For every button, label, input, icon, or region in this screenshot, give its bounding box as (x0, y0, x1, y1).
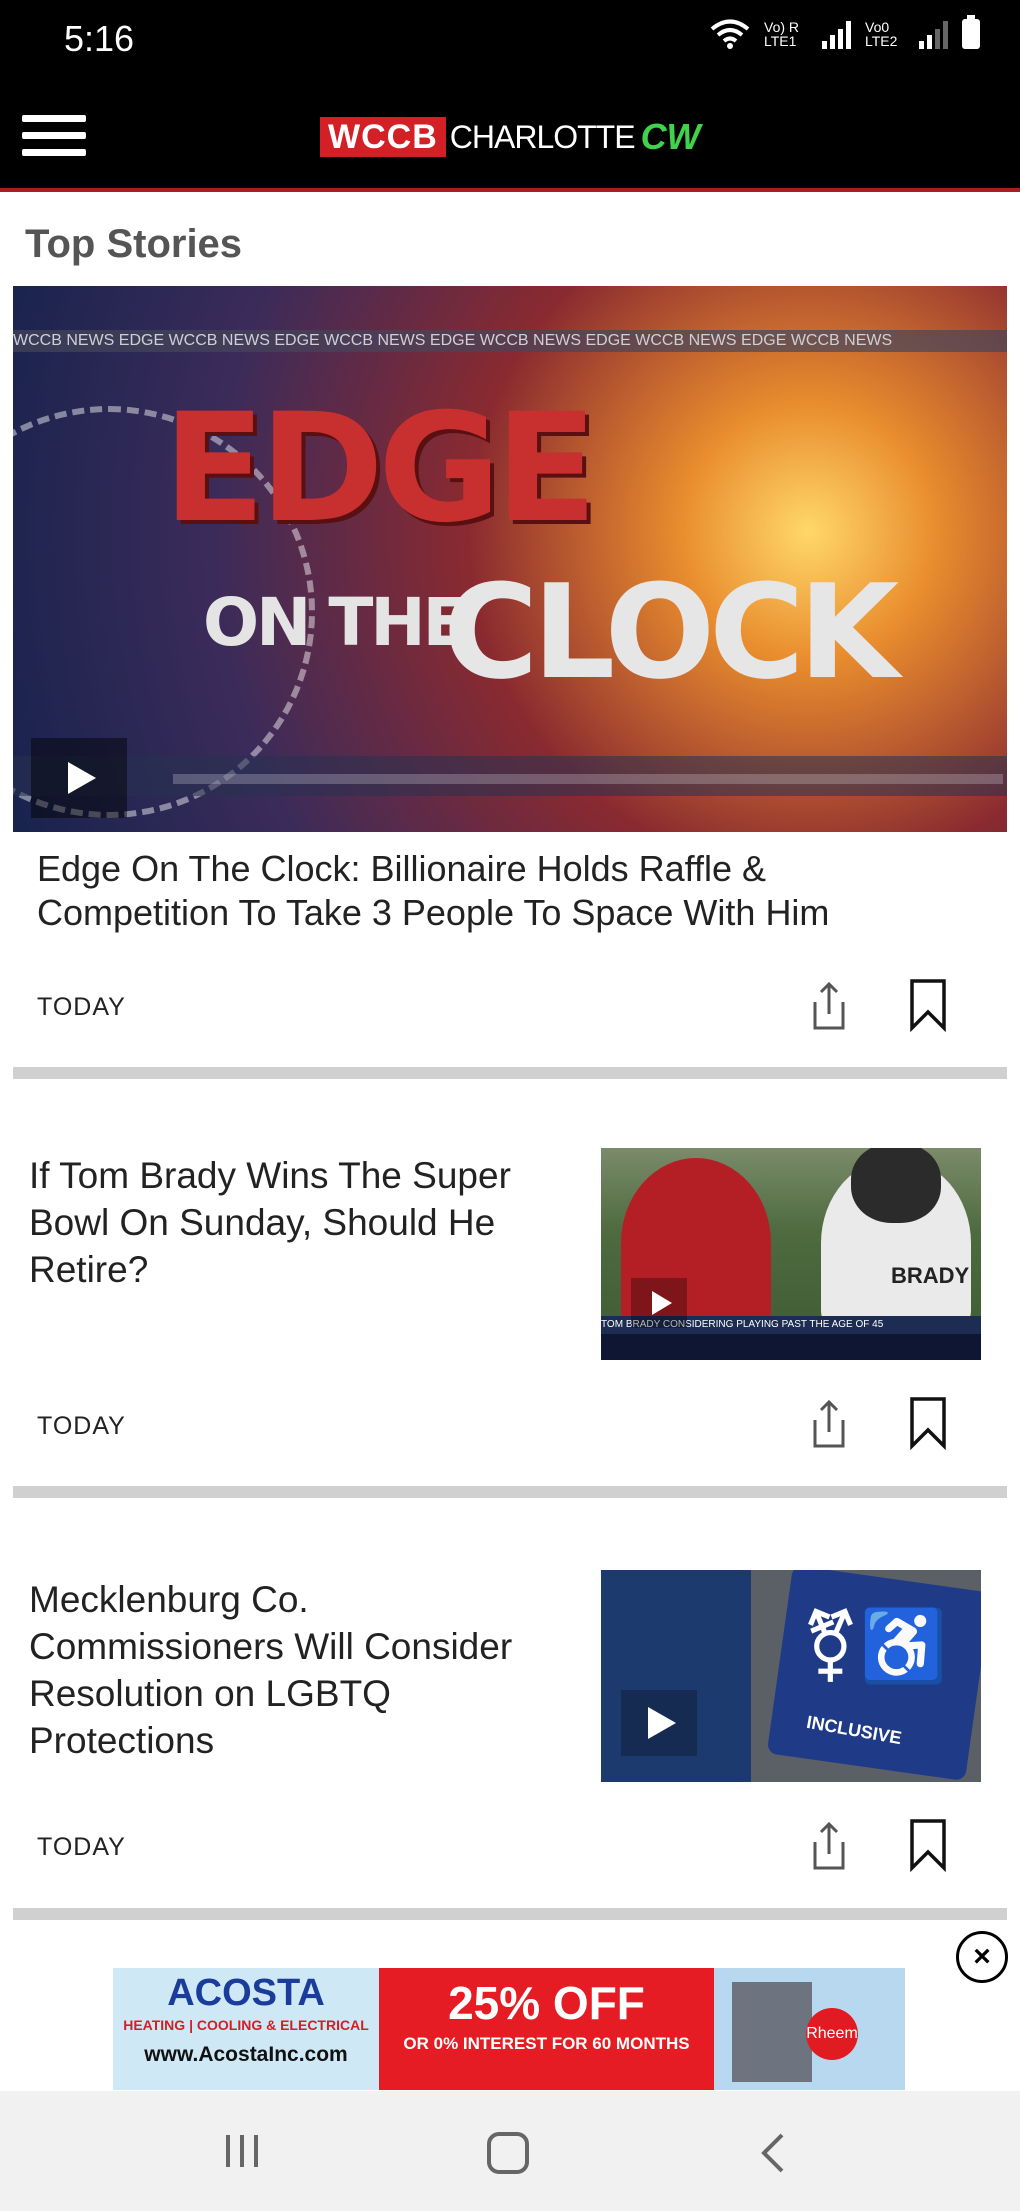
thumb-band (601, 1334, 981, 1360)
story-2-headline[interactable]: If Tom Brady Wins The Super Bowl On Sund… (29, 1152, 589, 1293)
sim1-label: Vo) R LTE1 (764, 19, 800, 49)
ad-offer: 25% OFF (448, 1977, 645, 2029)
sim2-label: Vo0 LTE2 (865, 19, 898, 49)
play-button[interactable] (631, 1278, 687, 1328)
status-time: 5:16 (64, 18, 135, 59)
ad-partner: Rheem (806, 2008, 858, 2060)
hero-onthe-text: ON THE (203, 584, 468, 661)
play-icon (652, 1291, 672, 1315)
ad-banner[interactable]: ACOSTA HEATING | COOLING & ELECTRICAL ww… (113, 1968, 905, 2090)
hero-clock-text: CLOCK (443, 556, 899, 708)
hero-bar-2 (173, 774, 1003, 784)
story-3-time: TODAY (37, 1833, 126, 1861)
menu-icon[interactable] (22, 115, 86, 159)
hero-edge-text: EDGE (163, 382, 598, 556)
logo-wccb: WCCB (320, 117, 446, 157)
battery-icon (962, 15, 980, 49)
ad-brand-panel: ACOSTA HEATING | COOLING & ELECTRICAL ww… (113, 1968, 379, 2090)
accessibility-icon: ⚧♿ (801, 1607, 947, 1685)
status-icons: Vo) R LTE1 Vo0 LTE2 (710, 15, 980, 50)
signal-icon-sim1 (822, 19, 851, 49)
close-ad-icon[interactable]: × (956, 1931, 1008, 1983)
story-2-time: TODAY (37, 1412, 126, 1440)
share-icon[interactable] (809, 1820, 849, 1872)
play-button[interactable] (31, 738, 127, 818)
ad-offer-panel: 25% OFF OR 0% INTEREST FOR 60 MONTHS (379, 1968, 714, 2090)
bookmark-icon[interactable] (908, 1818, 948, 1872)
section-title: Top Stories (25, 222, 243, 266)
hero-ticker: WCCB NEWS EDGE WCCB NEWS EDGE WCCB NEWS … (13, 330, 1007, 352)
back-icon[interactable] (758, 2131, 788, 2175)
play-icon (648, 1707, 676, 1739)
signal-icon-sim2 (919, 19, 948, 49)
share-icon[interactable] (809, 1398, 849, 1450)
home-icon[interactable] (486, 2131, 530, 2175)
recent-apps-icon[interactable] (222, 2133, 262, 2169)
ad-services: HEATING | COOLING & ELECTRICAL (123, 2017, 369, 2033)
ad-offer-sub: OR 0% INTEREST FOR 60 MONTHS (403, 2034, 690, 2053)
app-logo: WCCB CHARLOTTE CW (320, 116, 701, 158)
story-1-time: TODAY (37, 993, 126, 1021)
divider (13, 1908, 1007, 1920)
divider (13, 1486, 1007, 1498)
ad-product-panel: Rheem (714, 1968, 905, 2090)
bookmark-icon[interactable] (908, 1396, 948, 1450)
status-bar: 5:16 Vo) R LTE1 Vo0 LTE2 (0, 0, 1020, 78)
helmet (851, 1148, 941, 1223)
bookmark-icon[interactable] (908, 978, 948, 1032)
logo-cw: CW (640, 116, 701, 157)
story-3-headline[interactable]: Mecklenburg Co. Commissioners Will Consi… (29, 1576, 569, 1764)
ad-brand: ACOSTA (167, 1972, 325, 2014)
story-3-thumbnail[interactable]: ⚧♿ INCLUSIVE (601, 1570, 981, 1782)
divider (13, 1067, 1007, 1079)
play-icon (68, 762, 96, 794)
logo-city: CHARLOTTE (449, 118, 636, 155)
wifi-icon (710, 19, 750, 49)
story-1-headline[interactable]: Edge On The Clock: Billionaire Holds Raf… (37, 847, 917, 935)
system-nav-bar (0, 2091, 1020, 2211)
play-button[interactable] (621, 1690, 697, 1756)
story-2-thumbnail[interactable]: BRADY TOM BRADY CONSIDERING PLAYING PAST… (601, 1148, 981, 1360)
app-bar: WCCB CHARLOTTE CW (0, 78, 1020, 192)
ad-url: www.AcostaInc.com (144, 2043, 348, 2066)
share-icon[interactable] (809, 980, 849, 1032)
thumb-jersey-text: BRADY (891, 1263, 970, 1288)
ac-unit-image (732, 1982, 812, 2082)
story-1-image[interactable]: WCCB NEWS EDGE WCCB NEWS EDGE WCCB NEWS … (13, 286, 1007, 832)
